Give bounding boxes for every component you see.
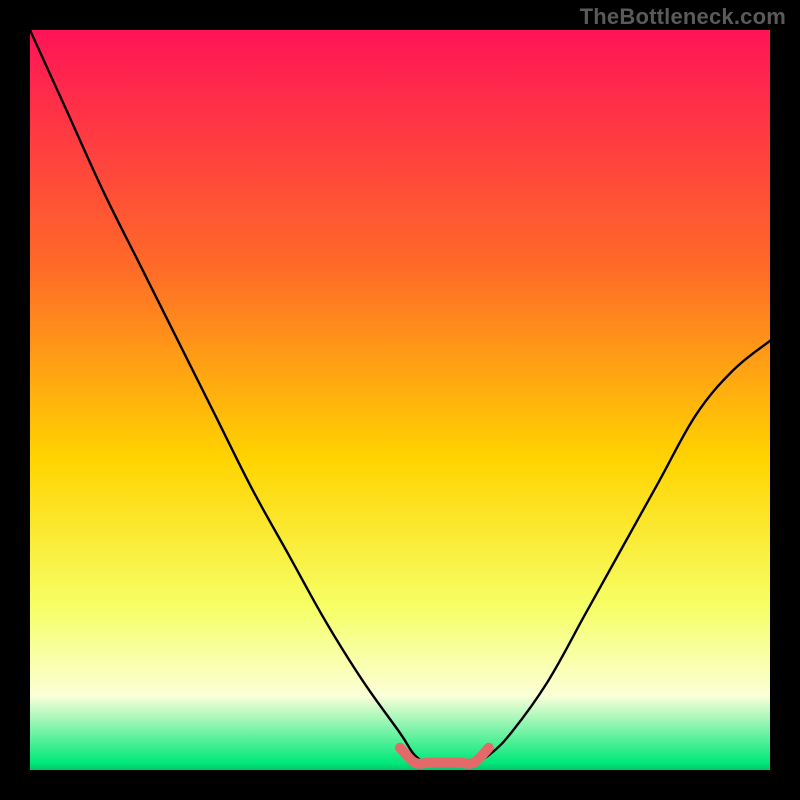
bottleneck-curve (30, 30, 770, 763)
watermark-text: TheBottleneck.com (580, 4, 786, 30)
ideal-band-curve (400, 748, 489, 764)
curve-layer (30, 30, 770, 770)
plot-area (30, 30, 770, 770)
chart-frame: TheBottleneck.com (0, 0, 800, 800)
